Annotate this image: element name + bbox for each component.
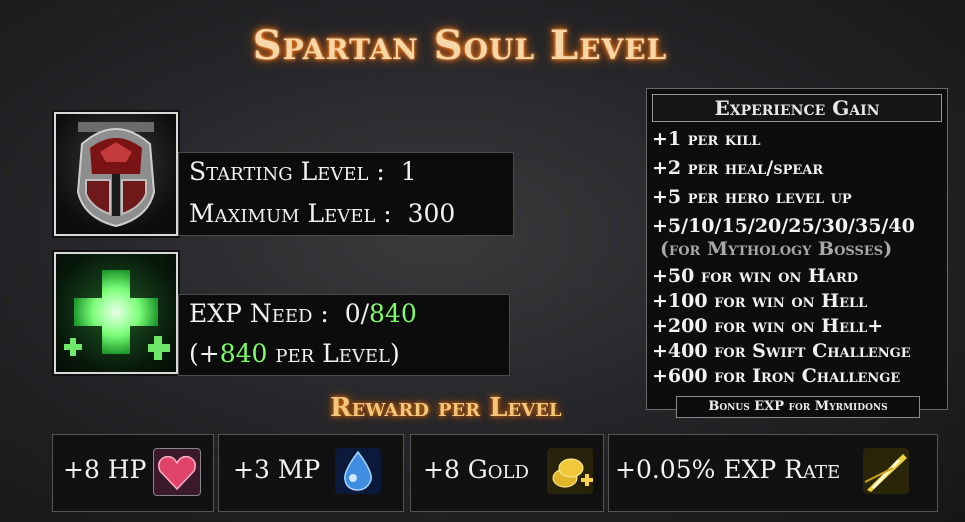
maximum-level-label: Maximum Level : xyxy=(189,199,392,228)
exp-gain-line: +5 per hero level up xyxy=(652,186,852,208)
exp-gain-line: +2 per heal/spear xyxy=(652,157,824,179)
water-drop-icon xyxy=(335,448,381,494)
exp-gain-line: +50 for win on Hard xyxy=(652,265,859,287)
green-cross-icon xyxy=(54,252,178,374)
exp-need-row: EXP Need : 0/840 xyxy=(189,299,417,328)
bonus-exp-label: Bonus EXP for Myrmidons xyxy=(676,396,920,418)
spartan-helmet-icon xyxy=(54,112,178,236)
starting-level-value: 1 xyxy=(400,157,417,186)
exp-per-level-prefix: (+ xyxy=(189,339,220,368)
exp-gain-line: +400 for Swift Challenge xyxy=(652,340,911,362)
exp-gain-line: +1 per kill xyxy=(652,128,761,150)
exp-per-level-value: 840 xyxy=(219,339,268,368)
exp-gain-subline: (for Mythology Bosses) xyxy=(660,238,893,260)
maximum-level-value: 300 xyxy=(407,199,456,228)
gold-coins-icon xyxy=(547,448,593,494)
exp-need-label: EXP Need : xyxy=(189,299,329,328)
reward-gold-label: +8 Gold xyxy=(423,455,529,484)
experience-gain-title: Experience Gain xyxy=(652,94,942,122)
exp-gain-line: +100 for win on Hell xyxy=(652,290,868,312)
reward-mp: +3 MP xyxy=(218,434,404,512)
maximum-level-row: Maximum Level : 300 xyxy=(189,199,455,228)
reward-title: Reward per Level xyxy=(330,393,562,423)
page-title: Spartan Soul Level xyxy=(252,22,668,69)
level-info-box: Starting Level : 1 Maximum Level : 300 xyxy=(178,152,514,236)
exp-info-box: EXP Need : 0/840 (+840 per Level) xyxy=(178,294,510,376)
golden-spear-icon xyxy=(863,448,909,494)
reward-hp: +8 HP xyxy=(52,434,214,512)
reward-mp-label: +3 MP xyxy=(233,455,321,484)
exp-gain-line: +200 for win on Hell+ xyxy=(652,315,884,337)
reward-hp-label: +8 HP xyxy=(63,455,147,484)
heart-icon xyxy=(153,448,201,496)
exp-gain-line: +5/10/15/20/25/30/35/40 xyxy=(652,215,915,237)
reward-gold: +8 Gold xyxy=(410,434,604,512)
exp-need-total: 840 xyxy=(369,299,417,328)
exp-need-current: 0/ xyxy=(344,299,370,328)
starting-level-label: Starting Level : xyxy=(189,157,385,186)
exp-per-level-suffix: per Level) xyxy=(267,339,400,368)
exp-per-level-row: (+840 per Level) xyxy=(189,339,400,368)
reward-exp-rate-label: +0.05% EXP Rate xyxy=(615,455,841,484)
exp-gain-line: +600 for Iron Challenge xyxy=(652,365,901,387)
reward-exp-rate: +0.05% EXP Rate xyxy=(608,434,938,512)
starting-level-row: Starting Level : 1 xyxy=(189,157,417,186)
